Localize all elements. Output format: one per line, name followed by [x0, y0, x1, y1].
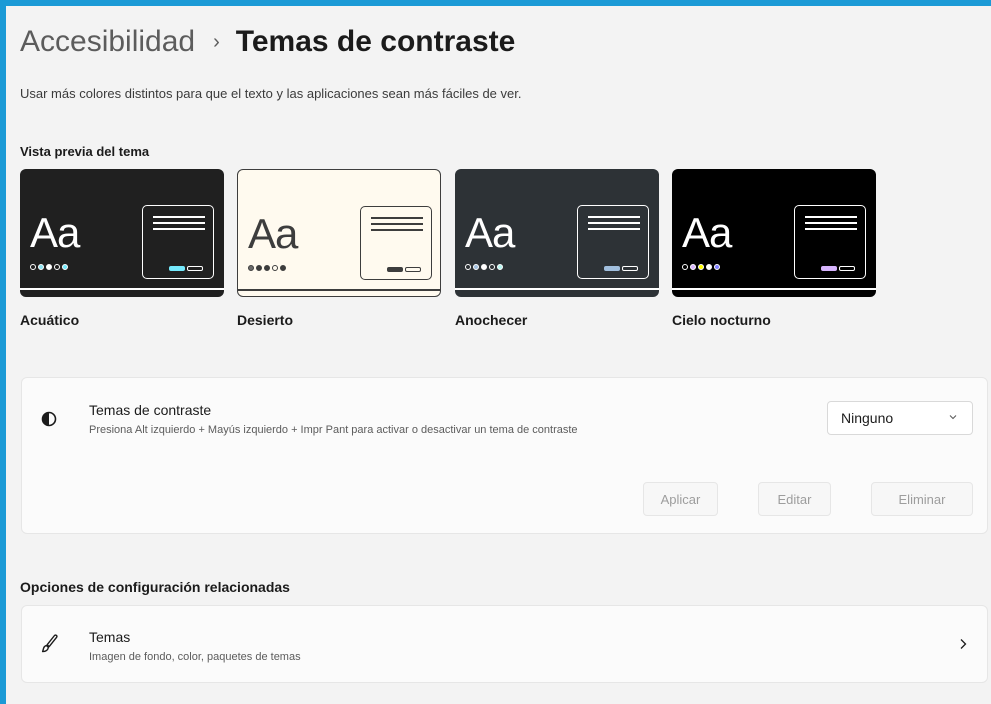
breadcrumb-separator: ›	[213, 30, 220, 53]
theme-window-preview	[360, 206, 432, 280]
theme-sample-text: Aa	[682, 209, 732, 256]
theme-color-dot	[690, 264, 696, 270]
contrast-icon	[41, 411, 57, 427]
theme-color-dot	[248, 265, 254, 271]
theme-color-dot	[46, 264, 52, 270]
theme-label-acuatico[interactable]: Acuático	[20, 312, 79, 328]
theme-color-dot	[264, 265, 270, 271]
theme-window-preview	[142, 205, 214, 279]
theme-sample-text: Aa	[30, 209, 80, 256]
theme-color-dot	[706, 264, 712, 270]
theme-color-dot	[272, 265, 278, 271]
themes-link-subtitle: Imagen de fondo, color, paquetes de tema…	[89, 651, 301, 663]
delete-button[interactable]: Eliminar	[871, 482, 973, 516]
theme-sample-text: Aa	[465, 209, 515, 256]
contrast-themes-title: Temas de contraste	[89, 402, 212, 418]
theme-color-dot	[62, 264, 68, 270]
theme-window-preview	[794, 205, 866, 279]
theme-color-dot	[280, 265, 286, 271]
theme-preview-cielo-nocturno[interactable]: Aa	[672, 169, 876, 297]
chevron-down-icon	[949, 415, 957, 420]
theme-color-dot	[489, 264, 495, 270]
theme-window-preview	[577, 205, 649, 279]
brush-icon	[41, 634, 58, 653]
apply-button[interactable]: Aplicar	[643, 482, 718, 516]
theme-color-dot	[465, 264, 471, 270]
contrast-theme-dropdown[interactable]: Ninguno	[827, 401, 973, 435]
theme-color-dot	[54, 264, 60, 270]
theme-color-dot	[256, 265, 262, 271]
theme-color-dot	[698, 264, 704, 270]
breadcrumb-parent[interactable]: Accesibilidad	[20, 25, 195, 59]
window-frame-left	[0, 0, 6, 704]
contrast-themes-shortcut-hint: Presiona Alt izquierdo + Mayús izquierdo…	[89, 424, 578, 436]
theme-color-dots	[248, 265, 286, 271]
theme-preview-anochecer[interactable]: Aa	[455, 169, 659, 297]
theme-color-dot	[714, 264, 720, 270]
theme-color-dots	[682, 264, 720, 270]
theme-label-desierto[interactable]: Desierto	[237, 312, 293, 328]
theme-label-cielo-nocturno[interactable]: Cielo nocturno	[672, 312, 771, 328]
theme-color-dot	[473, 264, 479, 270]
edit-button[interactable]: Editar	[758, 482, 831, 516]
breadcrumb: Accesibilidad › Temas de contraste	[20, 22, 515, 62]
chevron-right-icon	[960, 639, 967, 649]
preview-heading: Vista previa del tema	[20, 144, 150, 159]
theme-color-dot	[30, 264, 36, 270]
theme-color-dot	[682, 264, 688, 270]
window-frame-top	[0, 0, 991, 6]
themes-settings-link[interactable]: Temas Imagen de fondo, color, paquetes d…	[21, 605, 988, 683]
theme-preview-acuatico[interactable]: Aa	[20, 169, 224, 297]
theme-preview-desierto[interactable]: Aa	[237, 169, 441, 297]
related-settings-heading: Opciones de configuración relacionadas	[20, 579, 290, 595]
theme-color-dots	[465, 264, 503, 270]
theme-sample-text: Aa	[248, 210, 298, 257]
dropdown-selected-value: Ninguno	[841, 410, 894, 426]
theme-color-dots	[30, 264, 68, 270]
theme-color-dot	[481, 264, 487, 270]
theme-color-dot	[38, 264, 44, 270]
page-title: Temas de contraste	[235, 25, 516, 58]
themes-link-title: Temas	[89, 629, 131, 645]
page-description: Usar más colores distintos para que el t…	[20, 86, 522, 101]
theme-color-dot	[497, 264, 503, 270]
theme-label-anochecer[interactable]: Anochecer	[455, 312, 527, 328]
contrast-themes-card: Temas de contraste Presiona Alt izquierd…	[21, 377, 988, 534]
